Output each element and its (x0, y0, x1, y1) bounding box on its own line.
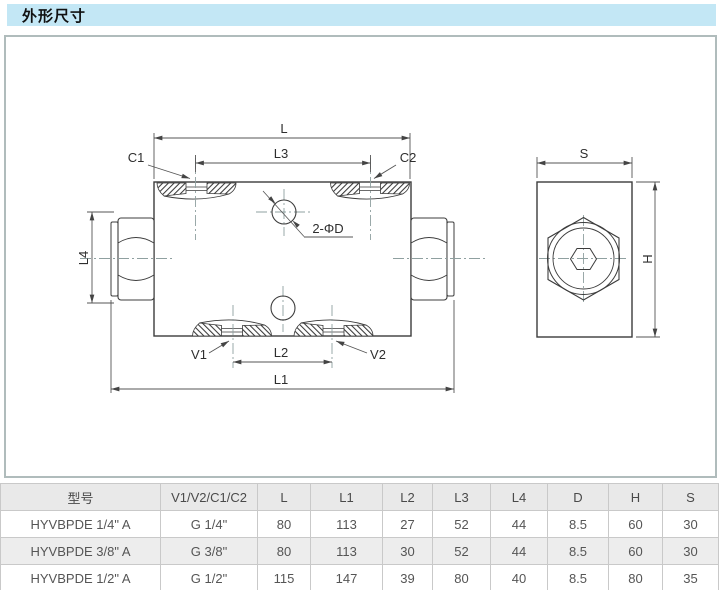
right-plug-cap (447, 222, 454, 296)
port-label-v2: V2 (370, 347, 386, 362)
cell-l1: 147 (311, 565, 383, 590)
cell-l2: 30 (383, 538, 433, 565)
cell-l1: 113 (311, 538, 383, 565)
cell-d: 8.5 (548, 538, 609, 565)
cell-ports: G 1/2" (161, 565, 258, 590)
cell-h: 60 (609, 511, 663, 538)
col-header-l2: L2 (383, 484, 433, 511)
dim-label-h: H (640, 254, 655, 263)
port-label-c1: C1 (128, 150, 145, 165)
col-header-d: D (548, 484, 609, 511)
cell-l: 80 (258, 511, 311, 538)
cell-h: 60 (609, 538, 663, 565)
cell-h: 80 (609, 565, 663, 590)
col-header-ports: V1/V2/C1/C2 (161, 484, 258, 511)
cell-l2: 27 (383, 511, 433, 538)
dim-label-l4: L4 (76, 251, 91, 265)
cell-l: 80 (258, 538, 311, 565)
table-row: HYVBPDE 3/8" A G 3/8" 80 113 30 52 44 8.… (1, 538, 719, 565)
table-row: HYVBPDE 1/4" A G 1/4" 80 113 27 52 44 8.… (1, 511, 719, 538)
cell-model: HYVBPDE 1/2" A (1, 565, 161, 590)
col-header-l: L (258, 484, 311, 511)
col-header-model: 型号 (1, 484, 161, 511)
col-header-h: H (609, 484, 663, 511)
cell-l4: 44 (491, 538, 548, 565)
cell-l2: 39 (383, 565, 433, 590)
col-header-l3: L3 (433, 484, 491, 511)
cell-model: HYVBPDE 3/8" A (1, 538, 161, 565)
col-header-s: S (663, 484, 719, 511)
col-header-l1: L1 (311, 484, 383, 511)
left-plug-cap (111, 222, 118, 296)
cell-d: 8.5 (548, 511, 609, 538)
table-header-row: 型号 V1/V2/C1/C2 L L1 L2 L3 L4 D H S (1, 484, 719, 511)
dim-label-s: S (580, 146, 589, 161)
cell-d: 8.5 (548, 565, 609, 590)
right-hex-plug (411, 218, 447, 300)
holes-note-label: 2-ΦD (312, 221, 343, 236)
cell-l3: 80 (433, 565, 491, 590)
dim-label-l1: L1 (274, 372, 288, 387)
port-label-c2: C2 (400, 150, 417, 165)
datasheet-page: 外形尺寸 (0, 0, 723, 590)
table-row: HYVBPDE 1/2" A G 1/2" 115 147 39 80 40 8… (1, 565, 719, 590)
front-body (154, 182, 411, 336)
cell-l: 115 (258, 565, 311, 590)
col-header-l4: L4 (491, 484, 548, 511)
cell-model: HYVBPDE 1/4" A (1, 511, 161, 538)
dim-label-l2: L2 (274, 345, 288, 360)
dim-label-l: L (280, 121, 287, 136)
cell-l3: 52 (433, 511, 491, 538)
side-body (537, 182, 632, 337)
dim-label-l3: L3 (274, 146, 288, 161)
cell-l4: 44 (491, 511, 548, 538)
dimension-table: 型号 V1/V2/C1/C2 L L1 L2 L3 L4 D H S HYVBP… (0, 483, 719, 590)
cell-s: 30 (663, 511, 719, 538)
port-label-v1: V1 (191, 347, 207, 362)
cell-l1: 113 (311, 511, 383, 538)
cell-l3: 52 (433, 538, 491, 565)
cell-l4: 40 (491, 565, 548, 590)
cell-s: 35 (663, 565, 719, 590)
cell-s: 30 (663, 538, 719, 565)
cell-ports: G 3/8" (161, 538, 258, 565)
cell-ports: G 1/4" (161, 511, 258, 538)
technical-drawing: L L3 L4 L2 L1 C1 C2 V1 V2 2-ΦD S H (0, 0, 723, 480)
valve-bodies (111, 182, 632, 337)
left-hex-plug (118, 218, 154, 300)
